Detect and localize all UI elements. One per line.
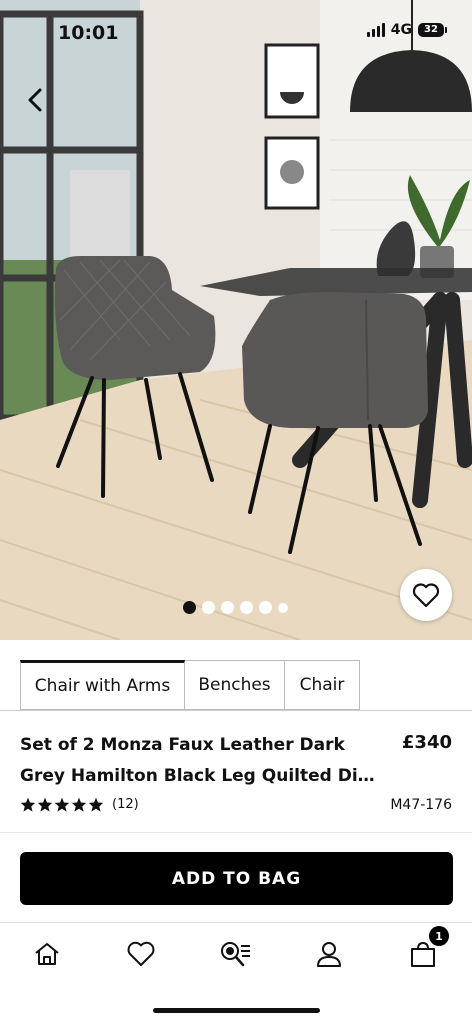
status-bar: 10:01 4G 32 <box>0 0 472 66</box>
review-count: (12) <box>112 797 139 812</box>
star-icon <box>37 797 53 812</box>
home-icon <box>35 943 59 965</box>
favourite-button[interactable] <box>400 569 452 621</box>
status-indicators: 4G 32 <box>366 22 447 38</box>
chevron-left-icon <box>28 88 42 112</box>
pagination-dot[interactable] <box>183 601 196 614</box>
tab-chair[interactable]: Chair <box>285 660 360 710</box>
nav-search[interactable] <box>215 934 255 974</box>
status-time: 10:01 <box>58 22 119 44</box>
search-icon <box>221 942 250 967</box>
pagination-dot[interactable] <box>202 601 215 614</box>
add-to-bag-button[interactable]: ADD TO BAG <box>20 852 453 905</box>
image-pagination <box>183 601 288 614</box>
nav-account[interactable] <box>309 934 349 974</box>
product-title-line1: Set of 2 Monza Faux Leather Dark <box>20 735 345 755</box>
signal-icon <box>366 23 385 37</box>
product-photo <box>0 0 472 640</box>
nav-divider <box>0 922 472 923</box>
network-type: 4G <box>390 22 412 38</box>
back-button[interactable] <box>22 86 50 114</box>
heart-icon <box>127 941 155 966</box>
product-price: £340 <box>401 732 452 753</box>
nav-home[interactable] <box>27 934 67 974</box>
nav-favourites[interactable] <box>121 934 161 974</box>
heart-icon <box>412 583 440 608</box>
category-tabs: Chair with Arms Benches Chair <box>20 660 360 710</box>
pagination-dot[interactable] <box>278 602 288 613</box>
pagination-dot[interactable] <box>259 601 272 614</box>
star-icon <box>71 797 87 812</box>
star-icon <box>20 797 36 812</box>
nav-bag[interactable]: 1 <box>403 926 449 974</box>
product-image-gallery[interactable]: 10:01 4G 32 <box>0 0 472 640</box>
tab-benches[interactable]: Benches <box>185 660 285 710</box>
star-icon <box>54 797 70 812</box>
section-divider <box>0 832 472 833</box>
bottom-nav: 1 <box>0 926 472 980</box>
star-icon <box>88 797 104 812</box>
home-indicator <box>153 1008 320 1013</box>
product-sku: M47-176 <box>390 797 452 813</box>
star-rating <box>20 797 104 812</box>
pagination-dot[interactable] <box>240 601 253 614</box>
bag-count-badge: 1 <box>429 926 449 946</box>
product-title: Set of 2 Monza Faux Leather Dark Grey Ha… <box>20 730 380 792</box>
battery-icon: 32 <box>418 23 447 37</box>
user-icon <box>317 942 341 967</box>
product-title-line2: Grey Hamilton Black Leg Quilted Dini... <box>20 766 380 786</box>
tabs-divider <box>0 710 472 711</box>
pagination-dot[interactable] <box>221 601 234 614</box>
product-rating[interactable]: (12) <box>20 797 139 812</box>
tab-chair-with-arms[interactable]: Chair with Arms <box>20 660 185 710</box>
